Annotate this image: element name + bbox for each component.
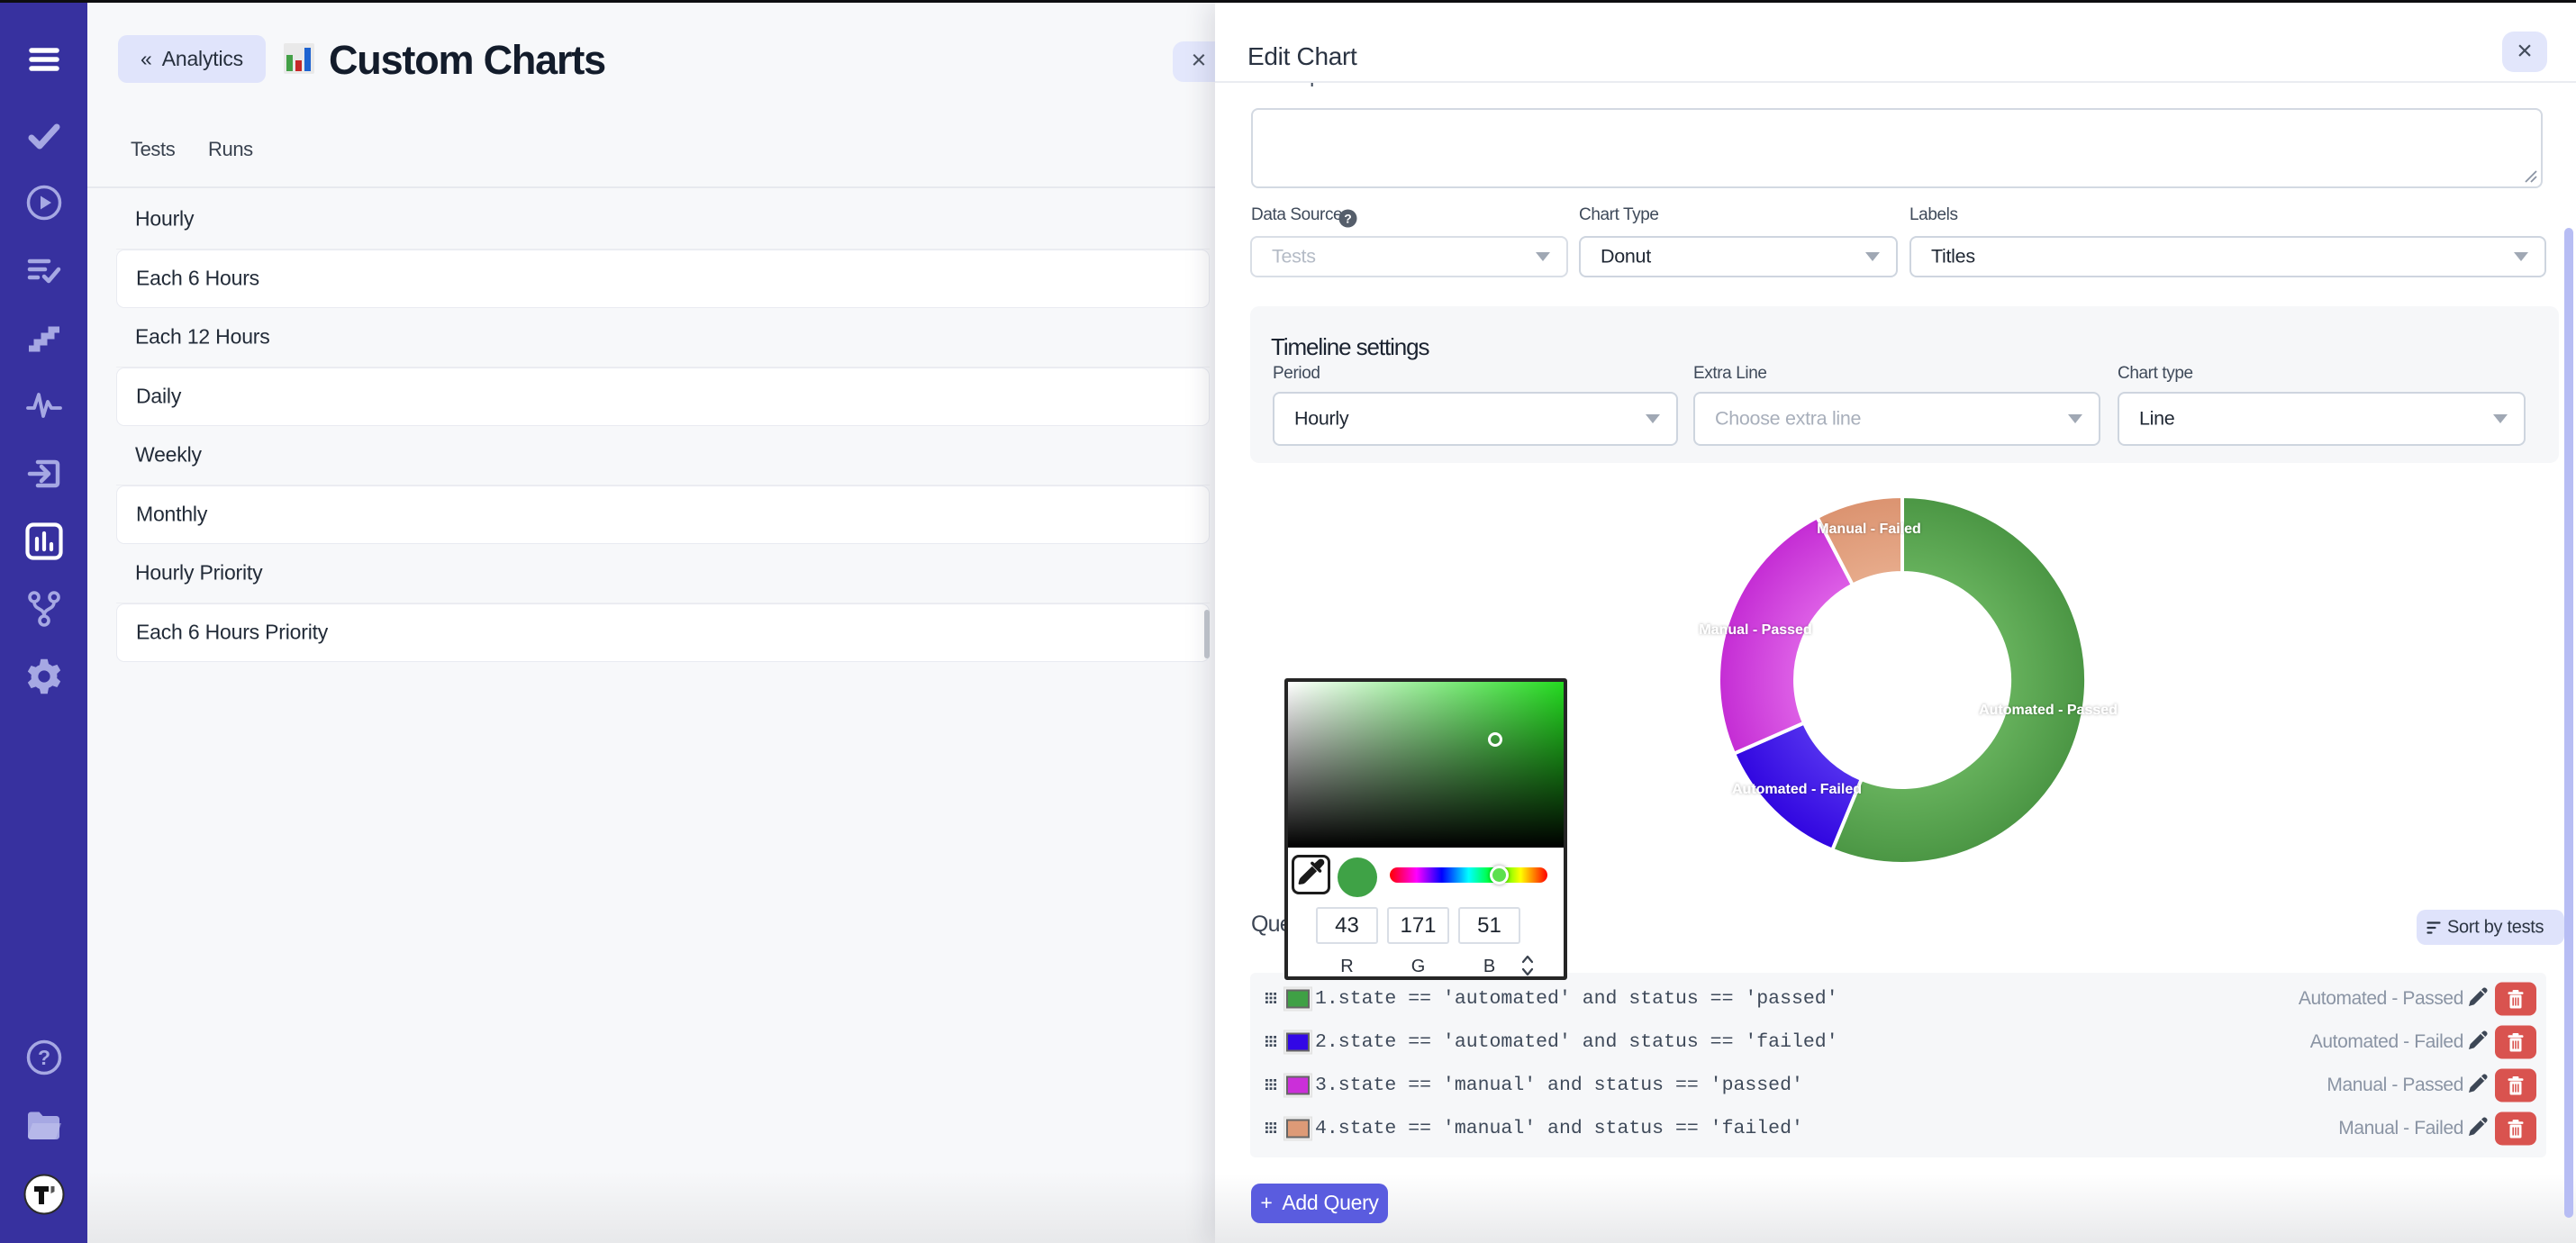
svg-text:Manual - Passed: Manual - Passed <box>1699 622 1811 638</box>
svg-text:Manual - Failed: Manual - Failed <box>1817 522 1921 537</box>
svg-text:Automated - Failed: Automated - Failed <box>1732 782 1862 797</box>
svg-text:Automated - Passed: Automated - Passed <box>1979 703 2118 718</box>
svg-text:?: ? <box>1344 212 1352 226</box>
